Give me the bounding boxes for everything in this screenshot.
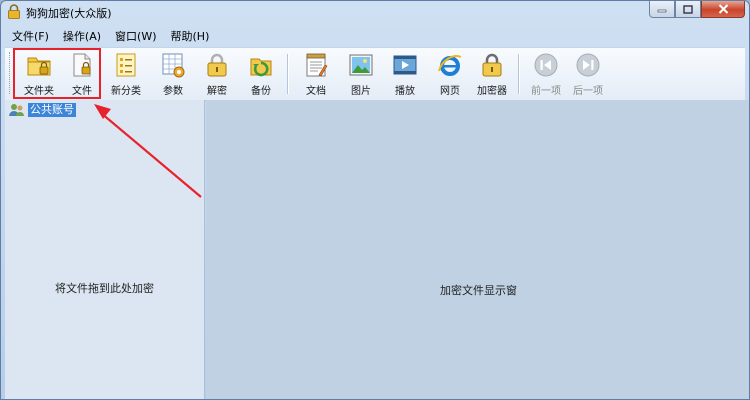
backup-button[interactable]: 备份 (241, 51, 281, 97)
unlock-icon (207, 53, 227, 77)
prev-button[interactable]: 前一项 (526, 51, 566, 97)
maximize-icon (683, 4, 693, 14)
lock-icon (482, 53, 502, 77)
play-label: 播放 (395, 86, 415, 97)
menu-file[interactable]: 文件(F) (5, 28, 56, 44)
picture-button[interactable]: 图片 (341, 51, 381, 97)
encryptor-button[interactable]: 加密器 (472, 51, 512, 97)
decrypt-label: 解密 (207, 86, 227, 97)
highlight-box (13, 48, 101, 99)
encrypted-files-hint: 加密文件显示窗 (440, 284, 517, 297)
browser-icon (438, 55, 462, 76)
menu-help[interactable]: 帮助(H) (164, 28, 217, 44)
film-play-icon (393, 55, 417, 75)
menu-window[interactable]: 窗口(W) (108, 28, 163, 44)
window-title: 狗狗加密(大众版) (26, 7, 112, 20)
skip-forward-icon (576, 53, 600, 77)
picture-icon (349, 54, 373, 76)
minimize-icon (657, 9, 667, 13)
backup-label: 备份 (251, 86, 271, 97)
close-button[interactable] (701, 1, 745, 18)
drop-zone-pane[interactable]: 公共账号 将文件拖到此处加密 (5, 100, 205, 399)
app-window: 狗狗加密(大众版) 文件(F) 操作(A) 窗口(W) 帮助(H) 文件夹 文件… (0, 0, 750, 400)
next-button[interactable]: 后一项 (568, 51, 608, 97)
webpage-button[interactable]: 网页 (430, 51, 470, 97)
new-category-button[interactable]: 新分类 (106, 51, 146, 97)
tree-item-label: 公共账号 (28, 103, 76, 117)
minimize-button[interactable] (649, 1, 675, 18)
document-button[interactable]: 文档 (296, 51, 336, 97)
document-label: 文档 (306, 86, 326, 97)
params-button[interactable]: 参数 (153, 51, 193, 97)
menu-action[interactable]: 操作(A) (56, 28, 108, 44)
params-label: 参数 (163, 86, 183, 97)
webpage-label: 网页 (440, 86, 460, 97)
toolbar-separator (287, 54, 289, 94)
encryptor-label: 加密器 (477, 86, 507, 97)
close-icon (718, 4, 728, 14)
play-button[interactable]: 播放 (385, 51, 425, 97)
category-list-icon (116, 53, 136, 77)
caption-buttons (649, 1, 745, 18)
padlock-icon (8, 4, 20, 19)
maximize-button[interactable] (675, 1, 701, 18)
skip-back-icon (534, 53, 558, 77)
document-icon (306, 53, 328, 77)
users-icon (9, 104, 24, 116)
menu-bar: 文件(F) 操作(A) 窗口(W) 帮助(H) (5, 27, 216, 45)
title-bar[interactable]: 狗狗加密(大众版) (1, 1, 749, 23)
new-category-label: 新分类 (111, 86, 141, 97)
drop-hint-text: 将文件拖到此处加密 (55, 282, 154, 295)
decrypt-button[interactable]: 解密 (197, 51, 237, 97)
prev-label: 前一项 (531, 86, 561, 97)
spreadsheet-settings-icon (162, 53, 185, 78)
picture-label: 图片 (351, 86, 371, 97)
toolbar: 文件夹 文件 新分类 参数 解密 备份 文档 图片 播放 网页 加密器 前一项 … (5, 47, 745, 101)
toolbar-separator (518, 54, 520, 94)
tree-item-public-accounts[interactable]: 公共账号 (9, 103, 76, 117)
backup-icon (250, 58, 272, 77)
encrypted-files-pane[interactable]: 加密文件显示窗 (206, 100, 749, 399)
next-label: 后一项 (573, 86, 603, 97)
